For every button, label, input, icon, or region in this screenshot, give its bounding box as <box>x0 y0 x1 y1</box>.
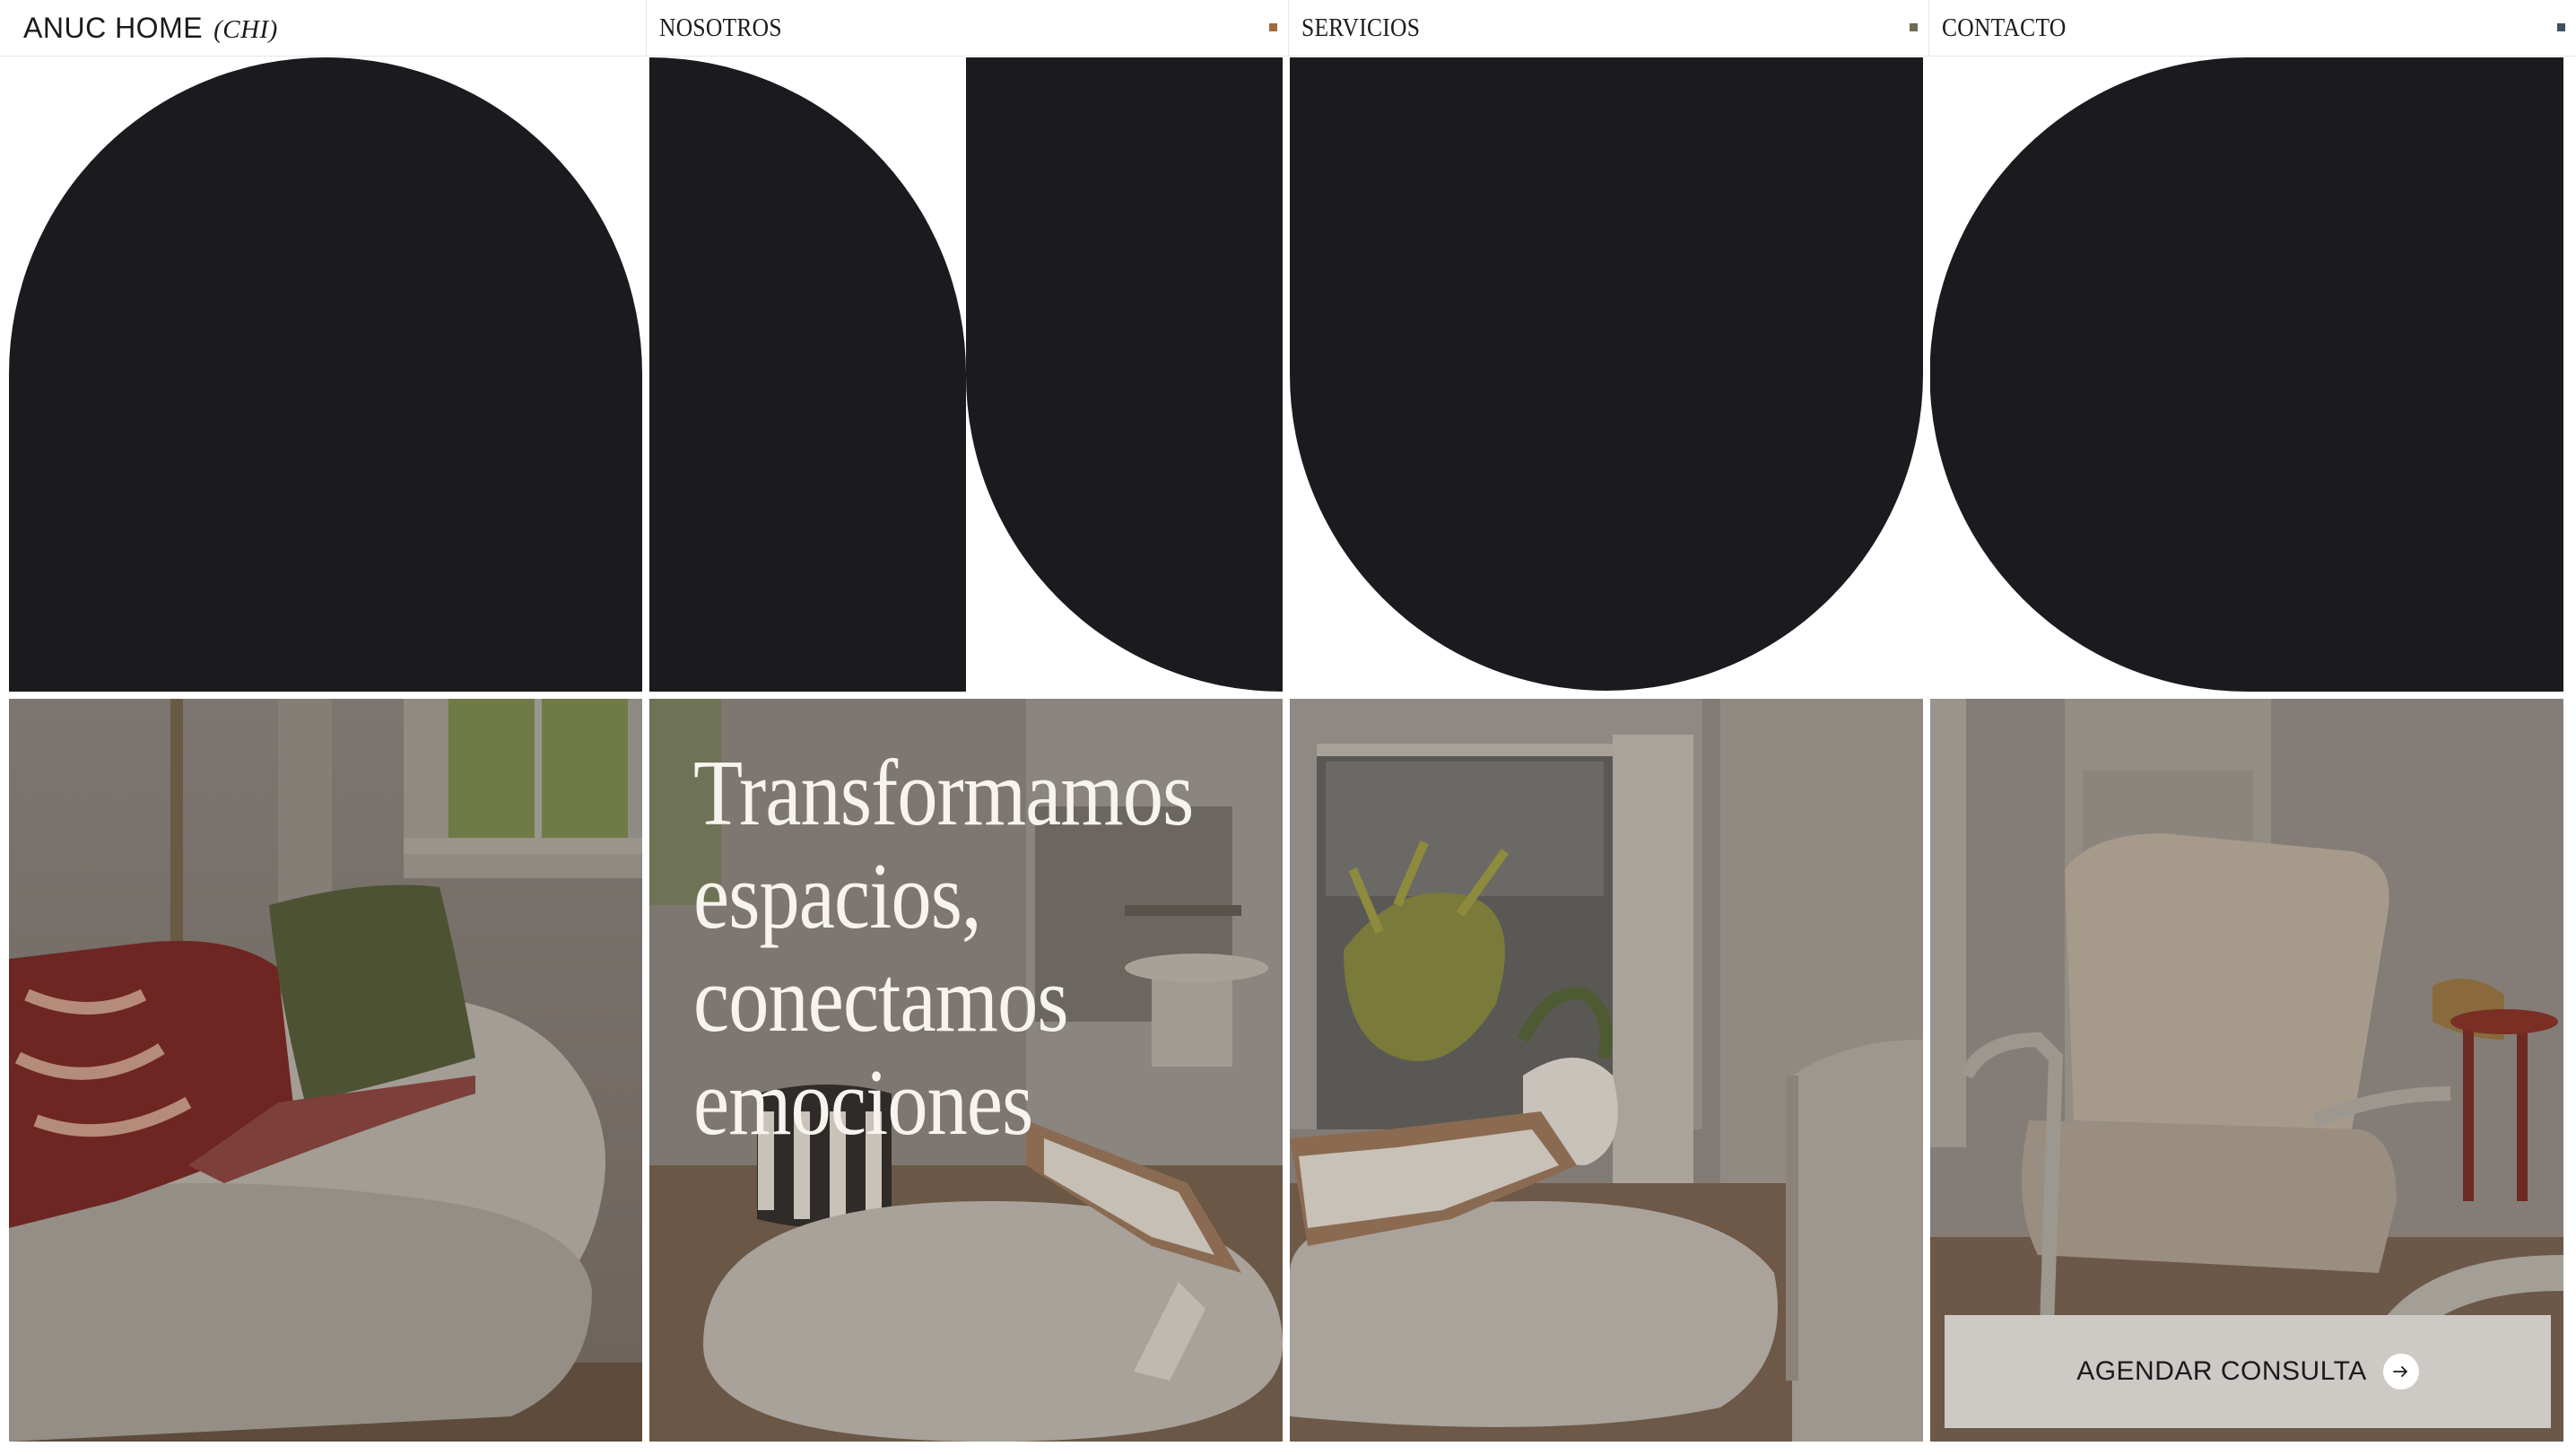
shape-n <box>649 57 1283 692</box>
nav-item-contacto[interactable]: CONTACTO <box>1928 0 2576 56</box>
headline-line: Transformamos <box>693 740 1194 845</box>
nav-item-nosotros[interactable]: NOSOTROS <box>646 0 1288 56</box>
photo-sofa <box>9 699 642 1442</box>
hero-headline: Transformamos espacios, conectamos emoci… <box>693 740 1194 1154</box>
arrow-right-icon <box>2382 1354 2419 1390</box>
photo-fireplace <box>1290 699 1923 1442</box>
shape-c <box>1930 57 2563 692</box>
top-navigation: ANUC HOME (CHI) NOSOTROS SERVICIOS CONTA… <box>0 0 2576 57</box>
brand-logo[interactable]: ANUC HOME (CHI) <box>23 12 278 45</box>
nav-link-nosotros[interactable]: NOSOTROS <box>659 13 782 43</box>
schedule-consultation-button[interactable]: AGENDAR CONSULTA <box>1945 1315 2551 1428</box>
shape-u <box>1290 57 1923 692</box>
headline-line: espacios, <box>693 843 982 948</box>
brand-name: ANUC HOME <box>23 11 204 44</box>
headline-line: emociones <box>693 1050 1033 1154</box>
nav-square-icon <box>2557 23 2565 31</box>
headline-line: conectamos <box>693 946 1068 1051</box>
nav-link-servicios[interactable]: SERVICIOS <box>1301 13 1420 43</box>
nav-square-icon <box>1269 23 1277 31</box>
cta-label: AGENDAR CONSULTA <box>2076 1356 2367 1386</box>
shape-arch-a <box>9 57 642 692</box>
brand-cell: ANUC HOME (CHI) <box>0 0 646 56</box>
brand-location-tag: (CHI) <box>213 14 278 44</box>
nav-link-contacto[interactable]: CONTACTO <box>1942 13 2067 43</box>
nav-square-icon <box>1910 23 1918 31</box>
nav-item-servicios[interactable]: SERVICIOS <box>1288 0 1928 56</box>
